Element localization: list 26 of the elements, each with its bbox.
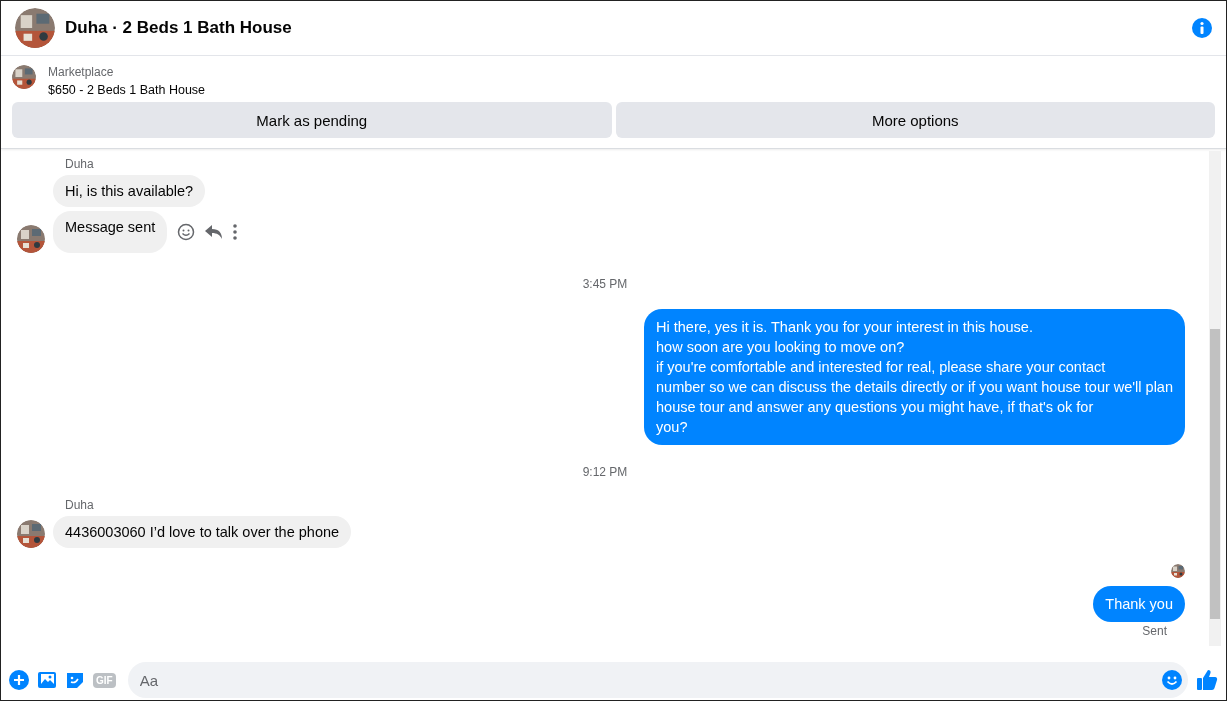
emoji-icon[interactable] <box>1162 670 1182 690</box>
sticker-icon[interactable] <box>65 670 85 690</box>
action-button[interactable]: More options <box>615 102 1215 138</box>
action-button[interactable]: Mark as pending <box>12 102 612 138</box>
info-icon[interactable] <box>1192 18 1212 38</box>
listing-source: Marketplace <box>48 65 115 79</box>
sender-name: Duha <box>65 157 95 171</box>
message-bubble: Hi there, yes it is. Thank you for your interest in this house. how soon are you looking to move on? if you're comfortable and interested for real, please share your contact number so we can discuss the details directly or if you want house tour we'll plan house tour and answer any questions you might have, if that's ok for you? <box>644 309 1185 445</box>
listing-title[interactable]: $650 - 2 Beds 1 Bath House <box>48 83 206 97</box>
message-bubble: Hi, is this available? <box>53 175 206 207</box>
thumbs-up-icon[interactable] <box>1196 669 1218 691</box>
smiley-icon[interactable] <box>177 223 196 241</box>
conversation-title: Duha · 2 Beds 1 Bath House <box>65 18 293 38</box>
message-bubble: Thank you <box>1093 586 1185 622</box>
image-icon[interactable] <box>37 670 57 690</box>
message-bubble: Message sent <box>53 211 168 253</box>
sender-name: Duha <box>65 498 95 512</box>
timestamp: 9:12 PM <box>582 465 628 479</box>
message-field[interactable]: Aa <box>127 662 1188 698</box>
plus-icon[interactable] <box>9 670 29 690</box>
message-bubble: 4436003060 I’d love to talk over the phone <box>53 516 352 548</box>
message-status: Sent <box>1142 624 1167 638</box>
reply-icon[interactable] <box>205 224 224 240</box>
scrollbar[interactable] <box>1209 151 1221 646</box>
more-icon[interactable] <box>233 224 238 240</box>
timestamp: 3:45 PM <box>582 277 628 291</box>
